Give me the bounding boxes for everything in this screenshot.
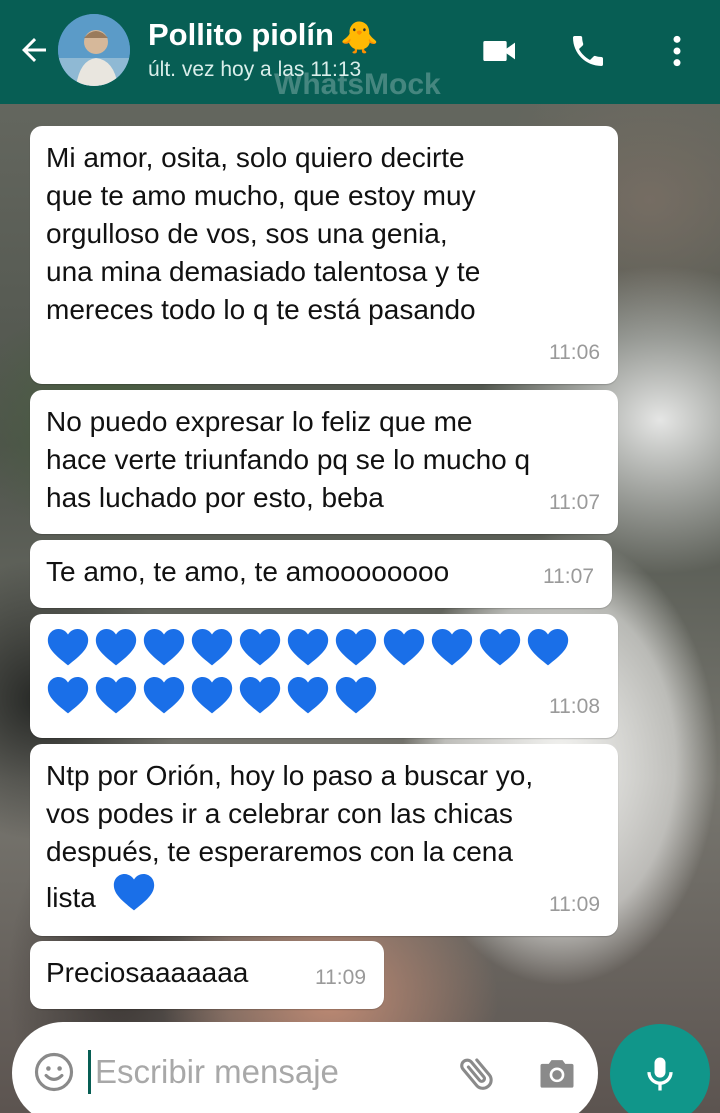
blue-heart-icon (479, 629, 521, 666)
back-arrow-icon[interactable] (12, 28, 56, 72)
blue-heart-icon (191, 677, 233, 714)
message-input[interactable] (88, 1050, 368, 1094)
message-time: 11:07 (549, 491, 600, 514)
blue-heart-icon (431, 629, 473, 666)
blue-heart-icon (47, 677, 89, 714)
message-time: 11:06 (549, 341, 600, 364)
message-time: 11:08 (549, 695, 600, 718)
chat-screen: Pollito piolín 🐥 últ. vez hoy a las 11:13… (0, 0, 720, 1113)
contact-name[interactable]: Pollito piolín 🐥 (148, 17, 379, 56)
message-bubble[interactable]: No puedo expresar lo feliz que me hace v… (30, 390, 618, 534)
microphone-icon[interactable] (610, 1024, 710, 1113)
blue-heart-icon (191, 629, 233, 666)
attach-clip-icon[interactable] (452, 1048, 502, 1098)
chick-emoji-icon: 🐥 (339, 20, 379, 55)
camera-icon[interactable] (532, 1048, 582, 1098)
contact-name-text: Pollito piolín (148, 17, 334, 52)
blue-hearts-row (46, 674, 602, 722)
message-bubble[interactable]: Ntp por Orión, hoy lo paso a buscar yo, … (30, 744, 618, 936)
blue-heart-icon (335, 629, 377, 666)
chat-header: Pollito piolín 🐥 últ. vez hoy a las 11:13… (0, 0, 720, 104)
message-text: Te amo, te amo, te amoooooooo (46, 556, 450, 587)
more-options-icon[interactable] (652, 26, 702, 76)
message-time: 11:07 (543, 565, 594, 588)
message-bubble[interactable]: Te amo, te amo, te amoooooooo 11:07 (30, 540, 612, 608)
emoji-icon[interactable] (32, 1050, 76, 1094)
blue-heart-icon (383, 629, 425, 666)
blue-heart-icon (239, 629, 281, 666)
blue-heart-icon (104, 874, 160, 913)
blue-heart-icon (95, 629, 137, 666)
avatar[interactable] (58, 14, 130, 86)
message-text: No puedo expresar lo feliz que me hace v… (46, 406, 531, 513)
blue-heart-icon (527, 629, 569, 666)
blue-heart-icon (143, 629, 185, 666)
blue-heart-icon (335, 677, 377, 714)
video-call-icon[interactable] (475, 26, 525, 76)
blue-heart-icon (95, 677, 137, 714)
message-text: Mi amor, osita, solo quiero decirte que … (46, 142, 481, 325)
message-time: 11:09 (549, 893, 600, 916)
message-time: 11:09 (315, 966, 366, 989)
blue-heart-icon (287, 629, 329, 666)
blue-heart-icon (113, 874, 154, 911)
blue-hearts-row (46, 626, 602, 674)
blue-heart-icon (47, 629, 89, 666)
message-bubble[interactable]: Preciosaaaaaaa 11:09 (30, 941, 384, 1009)
message-compose-bar (12, 1022, 598, 1113)
last-seen-status: últ. vez hoy a las 11:13 (148, 58, 362, 81)
message-bubble[interactable]: 11:08 (30, 614, 618, 738)
voice-call-icon[interactable] (563, 26, 613, 76)
blue-heart-icon (143, 677, 185, 714)
blue-heart-icon (239, 677, 281, 714)
blue-heart-icon (287, 677, 329, 714)
message-bubble[interactable]: Mi amor, osita, solo quiero decirte que … (30, 126, 618, 384)
